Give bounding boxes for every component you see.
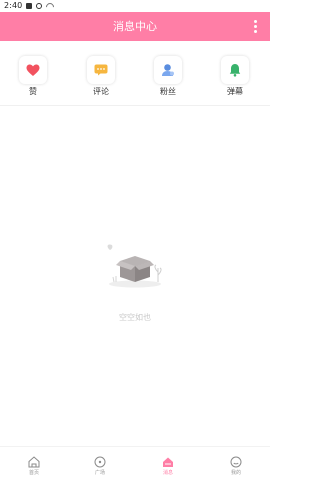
like-tile[interactable] (19, 56, 47, 84)
message-icon (163, 457, 173, 467)
comment-icon (94, 64, 108, 76)
status-time: 2:40 (4, 1, 23, 10)
category-label: 粉丝 (160, 87, 176, 96)
home-icon (28, 456, 40, 468)
header: 消息中心 (0, 12, 270, 41)
heart-icon (26, 64, 40, 76)
settings-icon (36, 3, 43, 9)
wifi-icon (46, 3, 54, 9)
category-danmaku[interactable]: 弹幕 (215, 56, 255, 97)
more-dot-icon (254, 30, 257, 33)
notification-icon (26, 3, 33, 9)
tab-label: 广场 (94, 470, 105, 476)
tab-square[interactable]: 广场 (80, 455, 120, 477)
compass-icon (94, 456, 106, 468)
tab-label: 我的 (230, 470, 241, 476)
fans-tile[interactable] (154, 56, 182, 84)
empty-state (0, 236, 270, 300)
profile-icon (230, 456, 242, 468)
category-fans[interactable]: 粉丝 (148, 56, 188, 97)
more-menu-button[interactable] (254, 20, 258, 34)
more-dot-icon (254, 20, 257, 23)
comment-tile[interactable] (87, 56, 115, 84)
tab-label: 首页 (28, 470, 39, 476)
tab-home[interactable]: 首页 (14, 455, 54, 477)
category-label: 弹幕 (227, 87, 243, 96)
category-label: 评论 (93, 87, 109, 96)
more-dot-icon (254, 25, 257, 28)
category-comment[interactable]: 评论 (81, 56, 121, 97)
category-like[interactable]: 赞 (13, 56, 53, 97)
bell-icon (229, 64, 241, 77)
category-label: 赞 (29, 87, 37, 96)
status-bar: 2:40 (0, 0, 270, 12)
tab-label: 消息 (162, 470, 173, 476)
empty-text: 空空如也 (119, 313, 151, 322)
tab-profile[interactable]: 我的 (216, 455, 256, 477)
category-row: 赞 评论 粉丝 弹幕 (0, 41, 270, 106)
danmaku-tile[interactable] (221, 56, 249, 84)
bottom-tabbar: 首页 广场 消息 我的 (0, 446, 270, 481)
fans-icon (162, 64, 174, 76)
empty-box-icon (107, 244, 162, 288)
page-title: 消息中心 (113, 20, 157, 33)
tab-messages[interactable]: 消息 (148, 455, 188, 477)
